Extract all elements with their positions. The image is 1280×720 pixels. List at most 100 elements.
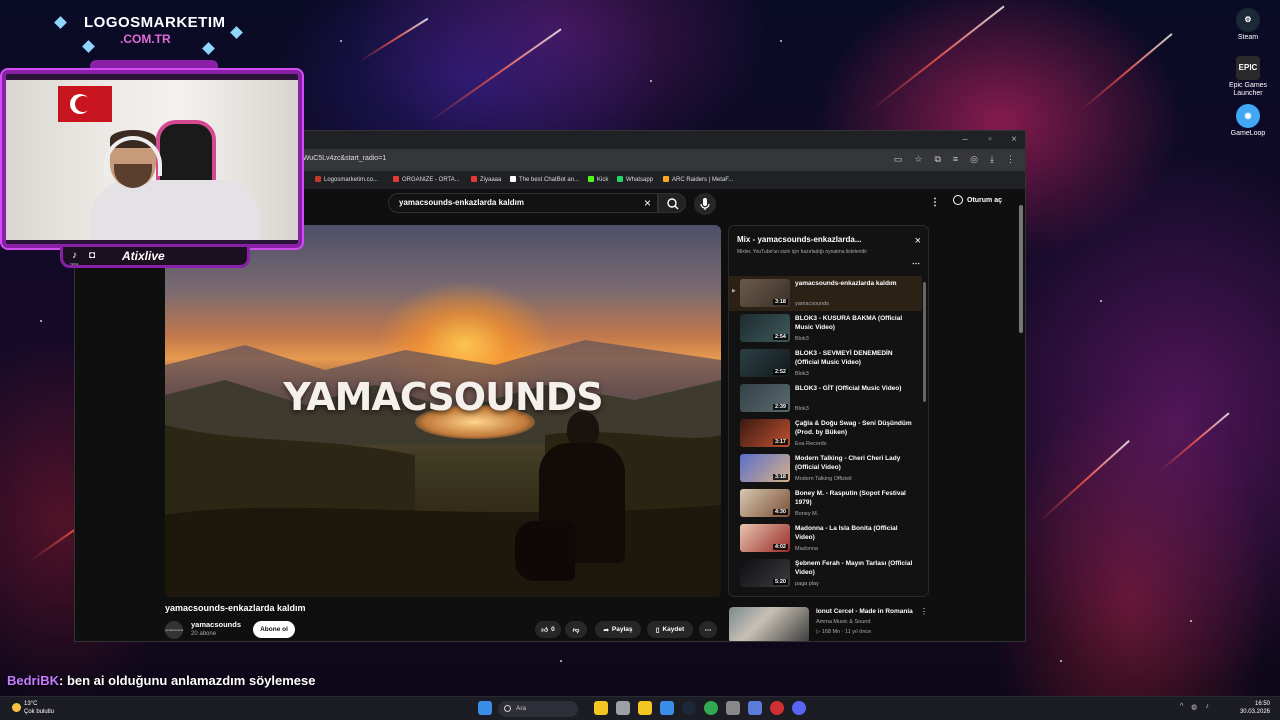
diamond-icon bbox=[82, 40, 95, 53]
star-icon[interactable]: ☆ bbox=[914, 154, 922, 165]
maximize-icon[interactable]: ▫ bbox=[980, 134, 1000, 145]
desktop-icon-gameloop[interactable]: ◉ GameLoop bbox=[1224, 104, 1272, 138]
playlist-item[interactable]: 4:30 Boney M. - Rasputin (Sopot Festival … bbox=[729, 486, 922, 521]
url-text[interactable]: mWuC5Lv4zc&start_radio=1 bbox=[297, 155, 386, 162]
menu-icon[interactable]: ⋮ bbox=[1006, 154, 1015, 165]
bookmark-item[interactable]: Kick bbox=[588, 176, 608, 183]
playlist-item[interactable]: 2:52 BLOK3 - SEVMEYİ DENEMEDİN (Official … bbox=[729, 346, 922, 381]
bookmark-item[interactable]: Whatsapp bbox=[617, 176, 653, 183]
mix-playlist-panel: Mix - yamacsounds-enkazlarda... Mixler, … bbox=[728, 225, 929, 597]
profile-icon[interactable]: ◎ bbox=[970, 154, 978, 165]
weather-widget[interactable]: 13°C Çok bulutlu bbox=[12, 700, 54, 716]
search-icon bbox=[504, 705, 511, 712]
extensions-icon[interactable]: ⧉ bbox=[934, 154, 940, 165]
voice-search-button[interactable] bbox=[694, 193, 716, 215]
bookmark-item[interactable]: ORGANIZE - ORTA... bbox=[393, 176, 460, 183]
youtube-icon bbox=[471, 176, 477, 182]
playlist-item[interactable]: 3:18 Modern Talking - Cheri Cheri Lady (O… bbox=[729, 451, 922, 486]
close-playlist-icon[interactable]: × bbox=[915, 235, 921, 247]
more-horizontal-icon: ⋯ bbox=[704, 626, 712, 634]
search-box[interactable]: × bbox=[388, 193, 658, 213]
discord-icon[interactable] bbox=[792, 701, 806, 715]
playlist-thumbnail[interactable]: 4:02 bbox=[740, 524, 790, 552]
thumbs-up-icon: 👍︎ bbox=[541, 626, 549, 634]
playlist-thumbnail[interactable]: 3:18 bbox=[740, 279, 790, 307]
media-icon[interactable]: ≡ bbox=[953, 154, 958, 165]
playlist-thumbnail[interactable]: 3:18 bbox=[740, 454, 790, 482]
playlist-item[interactable]: 4:02 Madonna - La Isla Bonita (Official V… bbox=[729, 521, 922, 556]
more-actions-button[interactable]: ⋯ bbox=[699, 621, 717, 638]
desktop-icon-label: GameLoop bbox=[1230, 130, 1266, 137]
bookmark-item[interactable]: Logosmarketim.co... bbox=[315, 176, 378, 183]
desktop-icon-steam[interactable]: ⚙ Steam bbox=[1224, 8, 1272, 42]
taskbar-search[interactable]: Ara bbox=[498, 701, 578, 717]
channel-name[interactable]: yamacsounds bbox=[191, 620, 241, 629]
brand-logo-domain: .COM.TR bbox=[120, 32, 171, 46]
sign-in-button[interactable]: Oturum aç bbox=[953, 195, 1002, 205]
video-player[interactable]: YAMACSOUNDS bbox=[165, 225, 721, 597]
minimize-icon[interactable]: – bbox=[955, 134, 975, 145]
bookmark-item[interactable]: The best ChatBot an... bbox=[510, 176, 579, 183]
background-streak bbox=[1039, 439, 1130, 522]
playlist-duration: 2:54 bbox=[772, 334, 788, 340]
clear-search-icon[interactable]: × bbox=[644, 196, 651, 210]
steam-icon[interactable] bbox=[682, 701, 696, 715]
xbox-icon[interactable] bbox=[770, 701, 784, 715]
background-star bbox=[650, 80, 652, 82]
cast-icon[interactable]: ▭ bbox=[894, 154, 903, 165]
background-streak bbox=[869, 5, 1005, 112]
bookmark-item[interactable]: ARC Raiders | MetaF... bbox=[663, 176, 733, 183]
playlist-item[interactable]: ▶ 3:18 yamacsounds-enkazlarda kaldım yamacs… bbox=[729, 276, 922, 311]
clock[interactable]: 16:50 30.03.2026 bbox=[1240, 700, 1270, 716]
playlist-thumbnail[interactable]: 2:52 bbox=[740, 349, 790, 377]
tiktok-icon: ♪ bbox=[72, 250, 77, 261]
channel-avatar[interactable]: yamacsounds bbox=[165, 621, 183, 639]
diamond-icon bbox=[230, 26, 243, 39]
playlist-thumbnail[interactable]: 2:54 bbox=[740, 314, 790, 342]
recommended-more-icon[interactable]: ⋮ bbox=[920, 607, 928, 616]
share-button[interactable]: ➦ Paylaş bbox=[595, 621, 641, 638]
background-streak bbox=[1159, 412, 1230, 472]
dislike-button[interactable]: 👎︎ bbox=[565, 621, 587, 638]
playlist-thumbnail[interactable]: 4:30 bbox=[740, 489, 790, 517]
files-icon[interactable] bbox=[638, 701, 652, 715]
like-button[interactable]: 👍︎ 0 bbox=[535, 621, 561, 638]
chat-message: BedriBK: ben ai olduğunu anlamazdım söyl… bbox=[7, 673, 315, 688]
playlist-item[interactable]: 3:17 Çağla & Doğu Swag - Seni Düşündüm (P… bbox=[729, 416, 922, 451]
playlist-item[interactable]: 2:54 BLOK3 - KUSURA BAKMA (Official Music… bbox=[729, 311, 922, 346]
search-input[interactable] bbox=[399, 198, 629, 207]
network-icon[interactable]: ◍ bbox=[1191, 703, 1197, 711]
playlist-item-title: BLOK3 - KUSURA BAKMA (Official Music Vid… bbox=[795, 315, 903, 331]
file-explorer-icon[interactable] bbox=[594, 701, 608, 715]
sign-in-label: Oturum aç bbox=[967, 196, 1003, 204]
volume-icon[interactable]: ♪ bbox=[1205, 703, 1209, 711]
page-scrollbar[interactable] bbox=[1019, 205, 1023, 333]
playlist-item[interactable]: 2:39 BLOK3 - GİT (Official Music Video) Bl… bbox=[729, 381, 922, 416]
playlist-thumbnail[interactable]: 3:17 bbox=[740, 419, 790, 447]
save-button[interactable]: ▯ Kaydet bbox=[647, 621, 693, 638]
start-icon[interactable] bbox=[478, 701, 492, 715]
app-icon[interactable] bbox=[748, 701, 762, 715]
close-icon[interactable]: × bbox=[1004, 134, 1024, 145]
more-options-icon[interactable]: ⋮ bbox=[930, 197, 940, 208]
background-streak bbox=[1079, 33, 1173, 112]
recommended-thumbnail[interactable] bbox=[729, 607, 809, 641]
recommended-video[interactable]: Ionut Cercel - Made in Romania Amma Musi… bbox=[728, 607, 938, 641]
store-icon[interactable] bbox=[660, 701, 674, 715]
download-icon[interactable]: ⤓ bbox=[990, 154, 994, 165]
bookmark-item[interactable]: Ziyaaaa bbox=[471, 176, 501, 183]
playlist-thumbnail[interactable]: 5:20 bbox=[740, 559, 790, 587]
playlist-thumbnail[interactable]: 2:39 bbox=[740, 384, 790, 412]
playlist-item[interactable]: 5:20 Şebnem Ferah - Mayın Tarlası (Offici… bbox=[729, 556, 922, 591]
instagram-icon: ◘ bbox=[89, 250, 96, 261]
settings-icon[interactable] bbox=[726, 701, 740, 715]
playlist-more-icon[interactable]: ⋯ bbox=[912, 259, 920, 268]
task-view-icon[interactable] bbox=[616, 701, 630, 715]
chrome-icon[interactable] bbox=[704, 701, 718, 715]
desktop-icon-epic[interactable]: EPIC Epic Games Launcher bbox=[1224, 56, 1272, 98]
kick-icon bbox=[588, 176, 594, 182]
search-button[interactable] bbox=[658, 193, 686, 213]
subscribe-button[interactable]: Abone ol bbox=[253, 621, 295, 638]
chevron-up-icon[interactable]: ^ bbox=[1180, 703, 1183, 711]
playlist-scrollbar[interactable] bbox=[923, 282, 926, 402]
